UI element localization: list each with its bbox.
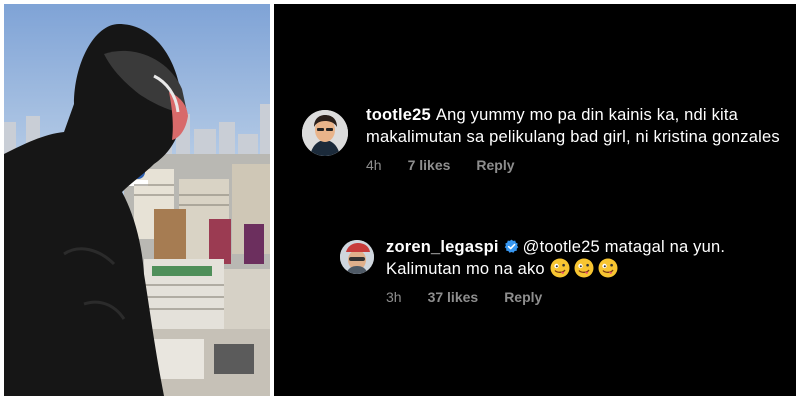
post-photo — [4, 4, 270, 396]
reply-meta: 3h 37 likes Reply — [386, 289, 786, 305]
reply-mention[interactable]: @tootle25 — [523, 238, 600, 256]
verified-badge-icon — [504, 239, 518, 253]
avatar-image — [302, 110, 348, 156]
reply-likes[interactable]: 37 likes — [428, 289, 479, 305]
reply-reply-button[interactable]: Reply — [504, 289, 542, 305]
zany-face-emoji-icon — [574, 258, 594, 278]
reply-text-block: zoren_legaspi @tootle25 matagal na yun. K… — [386, 236, 786, 280]
reply-avatar[interactable] — [340, 240, 374, 274]
zany-face-emoji-icon — [598, 258, 618, 278]
comment-username[interactable]: tootle25 — [366, 106, 431, 124]
comment-reply-button[interactable]: Reply — [476, 157, 514, 173]
avatar[interactable] — [302, 110, 348, 156]
comment-likes[interactable]: 7 likes — [408, 157, 451, 173]
reply-avatar-image — [340, 240, 374, 274]
reply-body: zoren_legaspi @tootle25 matagal na yun. K… — [386, 236, 786, 305]
photo-illustration — [4, 4, 270, 396]
comments-panel: tootle25 Ang yummy mo pa din kainis ka, n… — [274, 4, 796, 396]
reply-time: 3h — [386, 289, 402, 305]
reply-username[interactable]: zoren_legaspi — [386, 238, 499, 256]
comment-body: tootle25 Ang yummy mo pa din kainis ka, n… — [366, 104, 786, 173]
comment-text-block: tootle25 Ang yummy mo pa din kainis ka, n… — [366, 104, 786, 148]
comment-time: 4h — [366, 157, 382, 173]
comment-meta: 4h 7 likes Reply — [366, 157, 786, 173]
zany-face-emoji-icon — [550, 258, 570, 278]
